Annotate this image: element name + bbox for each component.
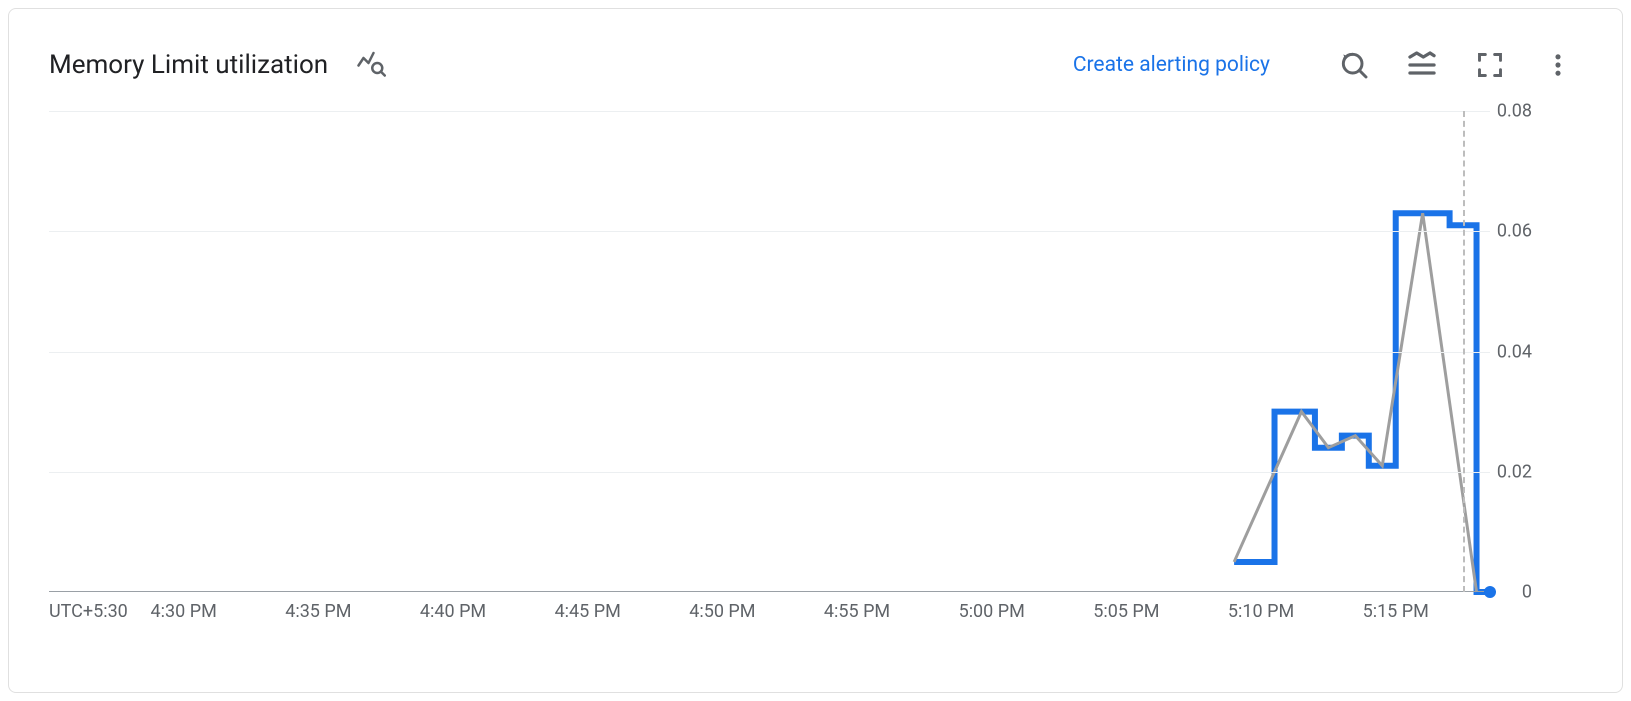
more-options-icon[interactable] bbox=[1534, 41, 1582, 89]
timezone-label: UTC+5:30 bbox=[49, 601, 128, 622]
y-tick-label: 0.08 bbox=[1497, 101, 1532, 122]
x-tick-label: 4:35 PM bbox=[285, 601, 351, 622]
series-utilization bbox=[1234, 213, 1490, 592]
x-tick-label: 5:00 PM bbox=[959, 601, 1025, 622]
current-value-dot bbox=[1484, 586, 1496, 598]
x-tick-label: 5:05 PM bbox=[1093, 601, 1159, 622]
chart-header: Memory Limit utilization Create alerting… bbox=[49, 37, 1582, 93]
reset-zoom-icon[interactable] bbox=[1330, 41, 1378, 89]
x-tick-label: 4:50 PM bbox=[689, 601, 755, 622]
fullscreen-icon[interactable] bbox=[1466, 41, 1514, 89]
chart-card: Memory Limit utilization Create alerting… bbox=[8, 8, 1623, 693]
x-tick-label: 4:55 PM bbox=[824, 601, 890, 622]
series-trend bbox=[1234, 213, 1476, 592]
legend-toggle-icon[interactable] bbox=[1398, 41, 1446, 89]
explore-metrics-icon[interactable] bbox=[356, 48, 386, 82]
chart-plot-area[interactable]: UTC+5:30 0.080.060.040.0204:30 PM4:35 PM… bbox=[49, 111, 1582, 652]
chart-title: Memory Limit utilization bbox=[49, 50, 328, 80]
y-tick-label: 0.02 bbox=[1497, 461, 1532, 482]
x-axis-baseline bbox=[49, 591, 1490, 592]
y-tick-label: 0.06 bbox=[1497, 221, 1532, 242]
x-tick-label: 4:45 PM bbox=[555, 601, 621, 622]
x-tick-label: 5:10 PM bbox=[1228, 601, 1294, 622]
y-tick-label: 0.04 bbox=[1497, 341, 1532, 362]
gridline bbox=[49, 472, 1490, 473]
create-alert-link[interactable]: Create alerting policy bbox=[1073, 53, 1270, 77]
y-tick-label: 0 bbox=[1522, 582, 1532, 603]
gridline bbox=[49, 352, 1490, 353]
x-tick-label: 5:15 PM bbox=[1363, 601, 1429, 622]
gridline bbox=[49, 111, 1490, 112]
gridline bbox=[49, 231, 1490, 232]
time-cursor bbox=[1463, 111, 1465, 592]
x-tick-label: 4:40 PM bbox=[420, 601, 486, 622]
x-tick-label: 4:30 PM bbox=[151, 601, 217, 622]
